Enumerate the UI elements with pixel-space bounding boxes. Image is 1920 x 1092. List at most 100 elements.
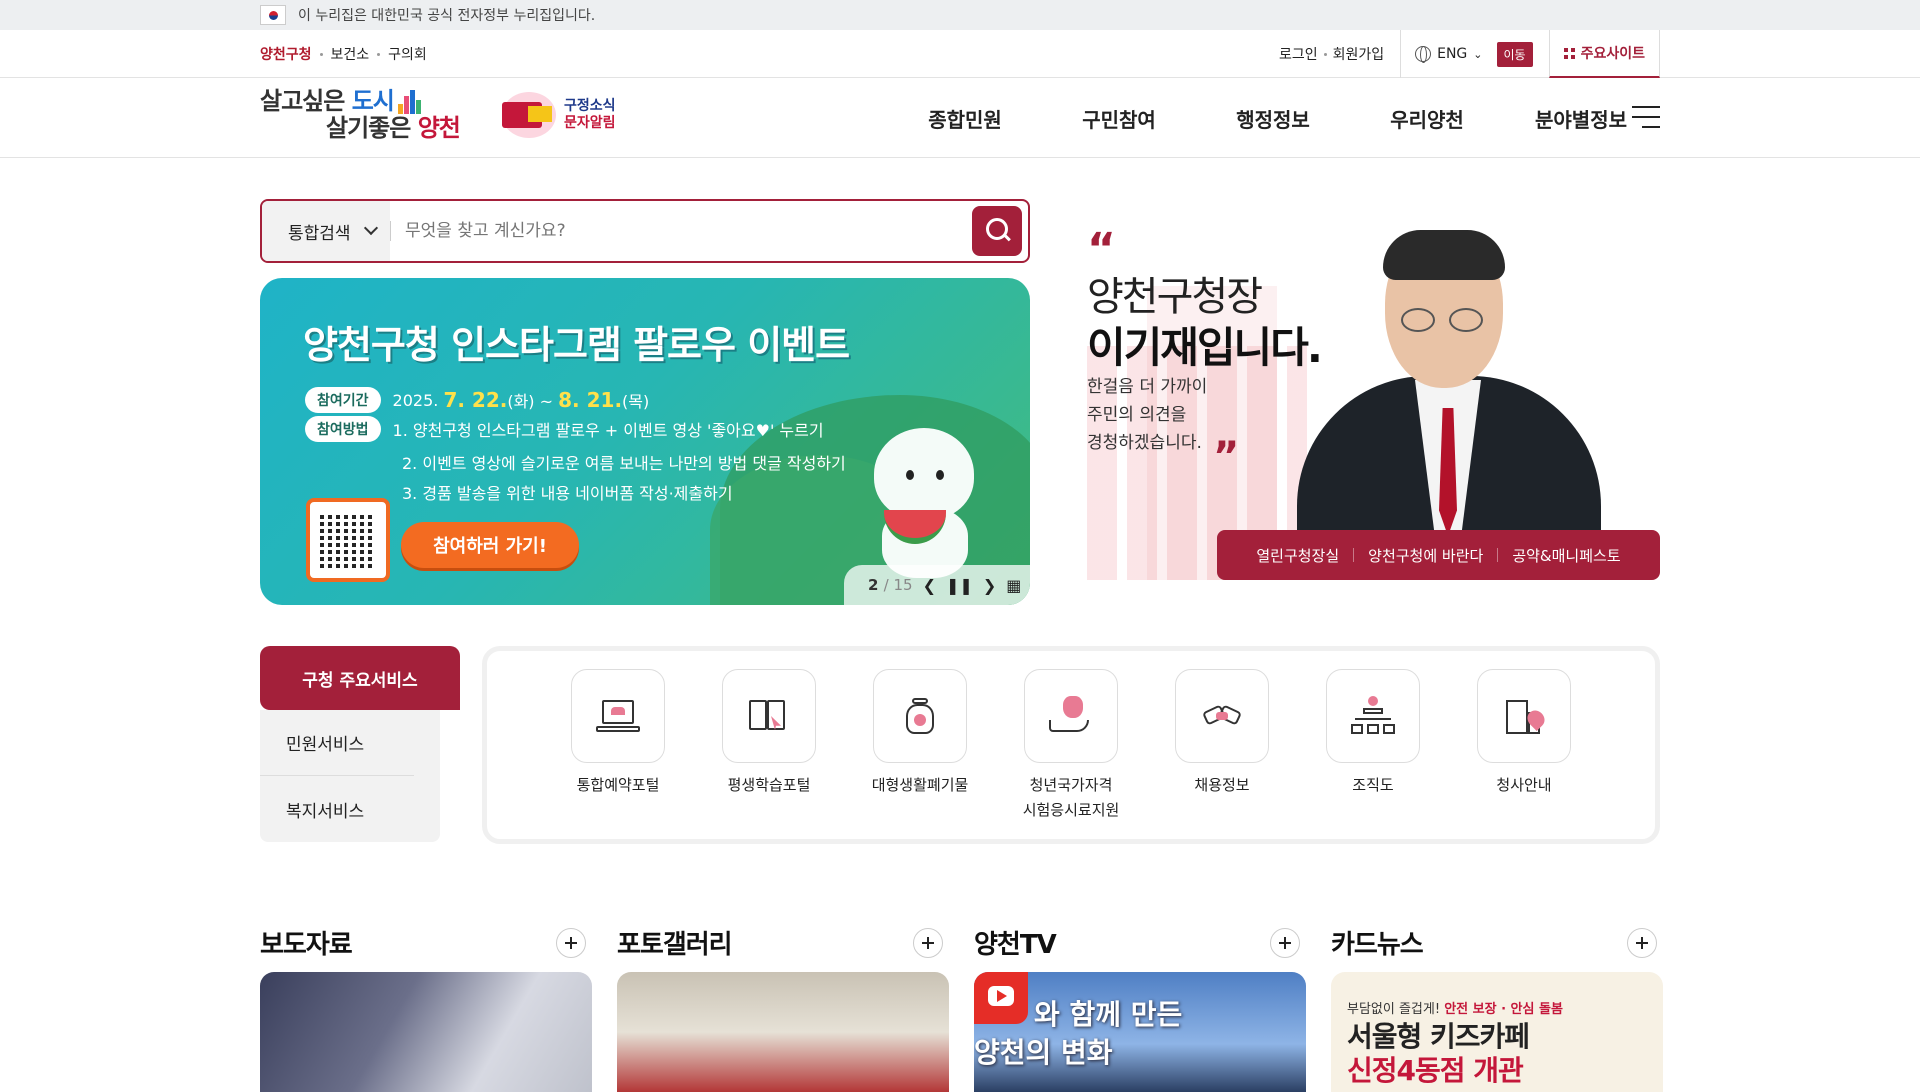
service-item-org-chart[interactable]: 조직도 bbox=[1326, 669, 1420, 823]
logo-text: 양천 bbox=[417, 114, 461, 142]
board-title: 보도자료 bbox=[260, 930, 353, 960]
mayor-link-manifesto[interactable]: 공약&매니페스토 bbox=[1512, 545, 1620, 566]
mayor-links-bar: 열린구청장실 양천구청에 바란다 공약&매니페스토 bbox=[1217, 530, 1660, 580]
search-bar: 통합검색 bbox=[260, 199, 1030, 263]
tab-welfare-services[interactable]: 복지서비스 bbox=[260, 776, 414, 842]
language-label: ENG bbox=[1437, 46, 1468, 62]
gov-banner-text: 이 누리집은 대한민국 공식 전자정부 누리집입니다. bbox=[298, 8, 596, 24]
mayor-link-office[interactable]: 열린구청장실 bbox=[1256, 545, 1339, 566]
chevron-down-icon bbox=[363, 220, 379, 236]
handshake-icon bbox=[1200, 696, 1244, 736]
service-item-youth-cert-fee[interactable]: 청년국가자격시험응시료지원 bbox=[1022, 669, 1120, 823]
language-select[interactable]: ENG ⌄ 이동 bbox=[1400, 30, 1533, 78]
board-title: 양천TV bbox=[974, 930, 1057, 960]
service-item-building-guide[interactable]: 청사안내 bbox=[1477, 669, 1571, 823]
org-chart-icon bbox=[1351, 696, 1395, 736]
service-item-lifelong-learning[interactable]: 평생학습포털 bbox=[722, 669, 816, 823]
mayor-section: “ 양천구청장 이기재입니다. 한걸음 더 가까이 주민의 의견을 경청하겠습니… bbox=[1087, 226, 1660, 580]
period-end: 8. 21. bbox=[558, 388, 623, 412]
service-label-line: 시험응시료지원 bbox=[1022, 801, 1120, 819]
next-icon[interactable]: ❯ bbox=[983, 576, 996, 595]
service-tabs: 구청 주요서비스 민원서비스 복지서비스 bbox=[260, 646, 460, 842]
mayor-message-line: 경청하겠습니다. bbox=[1087, 433, 1202, 453]
more-plus-icon[interactable] bbox=[1627, 928, 1657, 958]
search-scope-label: 통합검색 bbox=[288, 223, 351, 244]
recycle-bag-icon bbox=[898, 696, 942, 736]
main-banner-slide[interactable]: 양천구청 인스타그램 팔로우 이벤트 참여기간 2025. 7. 22. (화) … bbox=[260, 278, 1030, 605]
more-plus-icon[interactable] bbox=[556, 928, 586, 958]
banner-period: 참여기간 2025. 7. 22. (화) ~ 8. 21. (목) bbox=[305, 387, 649, 413]
more-plus-icon[interactable] bbox=[913, 928, 943, 958]
photo-thumbnail[interactable] bbox=[617, 972, 949, 1092]
banner-method: 참여방법 1. 양천구청 인스타그램 팔로우 + 이벤트 영상 '좋아요♥' 누… bbox=[305, 416, 824, 442]
site-link-gucheong[interactable]: 양천구청 bbox=[260, 44, 312, 64]
mayor-message-line: 주민의 의견을 bbox=[1087, 405, 1187, 425]
chevron-down-icon: ⌄ bbox=[1473, 47, 1483, 61]
globe-icon bbox=[1415, 46, 1432, 63]
laptop-mail-icon bbox=[502, 92, 556, 138]
more-plus-icon[interactable] bbox=[1270, 928, 1300, 958]
site-logo[interactable]: 살고싶은 도시 살기좋은 양천 bbox=[260, 88, 461, 146]
period-text: 2025. bbox=[392, 390, 439, 410]
site-link-council[interactable]: 구의회 bbox=[388, 44, 427, 64]
nav-item-participation[interactable]: 구민참여 bbox=[1042, 104, 1196, 133]
nav-item-admin-info[interactable]: 행정정보 bbox=[1196, 104, 1350, 133]
sms-news-link[interactable]: 구정소식 문자알림 bbox=[502, 92, 616, 138]
main-sites-label: 주요사이트 bbox=[1580, 46, 1645, 62]
search-input[interactable] bbox=[390, 221, 972, 241]
tv-thumbnail[interactable]: 와 함께 만든 양천의 변화 bbox=[974, 972, 1306, 1092]
main-sites-button[interactable]: 주요사이트 bbox=[1548, 30, 1660, 78]
pause-icon[interactable]: ❚❚ bbox=[946, 576, 973, 595]
main-nav: 종합민원 구민참여 행정정보 우리양천 분야별정보 bbox=[888, 78, 1658, 158]
board-title: 카드뉴스 bbox=[1331, 930, 1424, 960]
youtube-icon bbox=[974, 972, 1028, 1024]
language-go-button[interactable]: 이동 bbox=[1496, 41, 1533, 67]
card-subtitle-highlight: 안전 보장 · 안심 돌봄 bbox=[1444, 1002, 1563, 1017]
service-label: 채용정보 bbox=[1194, 776, 1250, 794]
search-scope-select[interactable]: 통합검색 bbox=[262, 201, 390, 261]
service-label-line: 청년국가자격 bbox=[1029, 776, 1113, 794]
banner-title: 양천구청 인스타그램 팔로우 이벤트 bbox=[303, 323, 850, 367]
join-link[interactable]: 회원가입 bbox=[1327, 44, 1391, 64]
banner-step-2: 2. 이벤트 영상에 슬기로운 여름 보내는 나만의 방법 댓글 작성하기 bbox=[402, 454, 846, 473]
card-headline-line: 신정4동점 개관 bbox=[1347, 1054, 1524, 1087]
korea-flag-icon bbox=[260, 5, 286, 25]
qr-code-icon bbox=[306, 498, 390, 582]
laptop-icon bbox=[596, 696, 640, 736]
hamburger-menu-icon[interactable] bbox=[1632, 106, 1660, 128]
service-label: 평생학습포털 bbox=[727, 776, 811, 794]
search-button[interactable] bbox=[972, 206, 1022, 256]
sms-label-1: 구정소식 bbox=[564, 98, 616, 114]
tab-main-services[interactable]: 구청 주요서비스 bbox=[260, 646, 460, 710]
board-tv: 양천TV 와 함께 만든 양천의 변화 bbox=[974, 924, 1306, 1092]
login-link[interactable]: 로그인 bbox=[1273, 44, 1324, 64]
card-thumbnail[interactable]: 부담없이 즐겁게! 안전 보장 · 안심 돌봄 서울형 키즈카페 신정4동점 개… bbox=[1331, 972, 1663, 1092]
pager-total: / 15 bbox=[883, 576, 913, 594]
mayor-message-line: 한걸음 더 가까이 bbox=[1087, 377, 1208, 397]
site-link-health-center[interactable]: 보건소 bbox=[331, 44, 370, 64]
card-subtitle-text: 부담없이 즐겁게! bbox=[1347, 1002, 1445, 1017]
site-switcher: 양천구청 보건소 구의회 bbox=[260, 44, 427, 64]
service-label: 대형생활폐기물 bbox=[871, 776, 969, 794]
service-panel: 통합예약포털 평생학습포털 대형생활폐기물 청년국가자격 시험응시료지원 채용정… bbox=[482, 646, 1660, 844]
close-quote-icon: ” bbox=[1213, 434, 1240, 480]
mayor-greeting-2: 이기재입니다. bbox=[1087, 323, 1323, 372]
nav-item-our-yangcheon[interactable]: 우리양천 bbox=[1350, 104, 1504, 133]
mayor-portrait bbox=[1297, 230, 1601, 536]
mascot-illustration bbox=[868, 428, 988, 578]
period-text: (화) ~ bbox=[507, 392, 554, 411]
service-item-recruitment[interactable]: 채용정보 bbox=[1175, 669, 1269, 823]
mayor-link-petition[interactable]: 양천구청에 바란다 bbox=[1368, 545, 1483, 566]
tv-thumb-line: 양천의 변화 bbox=[974, 1036, 1113, 1069]
utility-bar: 양천구청 보건소 구의회 로그인 회원가입 ENG ⌄ 이동 주요사이트 bbox=[0, 30, 1920, 78]
book-cursor-icon bbox=[747, 696, 791, 736]
press-thumbnail[interactable] bbox=[260, 972, 592, 1092]
service-item-bulky-waste[interactable]: 대형생활폐기물 bbox=[872, 669, 968, 823]
tab-civil-services[interactable]: 민원서비스 bbox=[260, 710, 414, 776]
participate-button[interactable]: 참여하러 가기! bbox=[401, 522, 579, 568]
prev-icon[interactable]: ❮ bbox=[923, 576, 936, 595]
service-item-reservation[interactable]: 통합예약포털 bbox=[571, 669, 665, 823]
view-all-grid-icon[interactable]: ▦ bbox=[1006, 576, 1021, 595]
logo-bars-icon bbox=[398, 90, 424, 114]
nav-item-civil-service[interactable]: 종합민원 bbox=[888, 104, 1042, 133]
